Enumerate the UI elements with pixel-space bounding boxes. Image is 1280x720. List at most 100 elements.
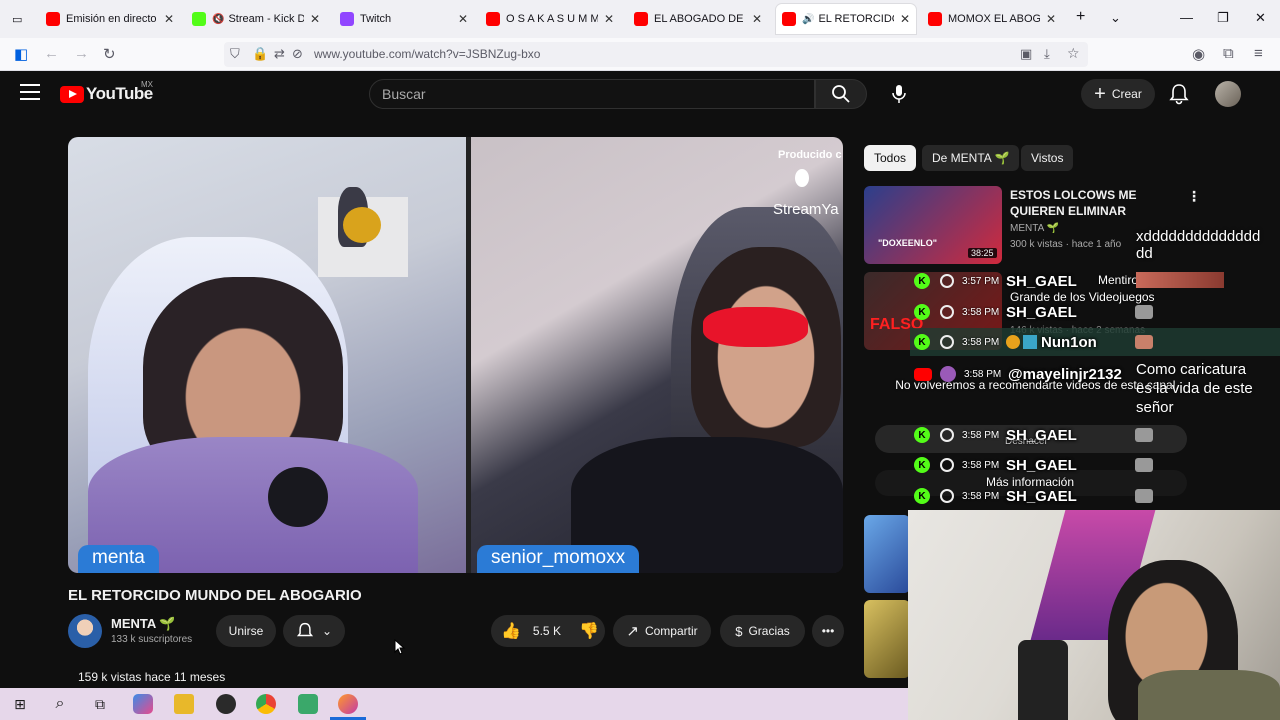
chevron-down-icon[interactable]: ⌄ <box>1110 10 1121 26</box>
chip-from-menta[interactable]: De MENTA 🌱 <box>922 145 1020 171</box>
back-icon[interactable]: ← <box>44 45 59 62</box>
account-icon[interactable]: ◉ <box>1192 45 1205 63</box>
share-icon: ↗ <box>626 623 639 640</box>
kick-badge-icon: K <box>914 488 930 504</box>
copilot-icon[interactable] <box>133 694 153 714</box>
tab-abogado-espana[interactable]: EL ABOGADO DE ESPA ✕ <box>628 4 768 34</box>
join-button[interactable]: Unirse <box>216 615 276 647</box>
minimize-icon[interactable]: — <box>1180 10 1193 25</box>
chip-watched[interactable]: Vistos <box>1021 145 1074 171</box>
firefox-icon[interactable] <box>338 694 358 714</box>
close-icon[interactable]: ✕ <box>1046 12 1056 26</box>
like-dislike-segment: 👍 5.5 K 👎 <box>491 615 605 647</box>
url-bar[interactable]: ⛉ 🔒 ⇄ ⊘ www.youtube.com/watch?v=JSBNZug-… <box>224 42 1088 67</box>
windows-start-icon[interactable]: ⊞ <box>10 694 30 714</box>
youtube-icon <box>634 12 648 26</box>
rec-thumbnail-3[interactable] <box>864 515 910 593</box>
more-actions-button[interactable]: ••• <box>812 615 844 647</box>
more-vert-icon[interactable]: ⋮ <box>1187 188 1201 205</box>
app-menu-icon[interactable]: ≡ <box>1254 45 1263 62</box>
browser-tab-strip: ▭ Emisión en directo - Yo ✕ 🔇 Stream - K… <box>0 0 1280 38</box>
close-icon[interactable]: ✕ <box>310 12 320 26</box>
emote-strip <box>1136 272 1224 288</box>
rec-thumbnail-4[interactable] <box>864 600 910 678</box>
user-icon <box>940 274 954 288</box>
bookmark-star-icon[interactable]: ☆ <box>1067 45 1080 62</box>
left-camera-feed: menta <box>68 137 466 573</box>
youtube-icon <box>486 12 500 26</box>
video-player[interactable]: menta senior_momoxx Producido c StreamYa <box>68 137 843 573</box>
like-icon[interactable]: 👍 <box>501 621 521 641</box>
chat-message: K 3:58 PM SH_GAEL <box>910 485 1077 507</box>
search-input[interactable]: Buscar <box>369 79 815 109</box>
permissions-icon[interactable]: ⇄ <box>274 46 285 62</box>
channel-avatar[interactable] <box>68 614 102 648</box>
search-icon <box>832 85 850 103</box>
app-icon[interactable] <box>298 694 318 714</box>
voice-search-button[interactable] <box>884 79 914 109</box>
chrome-icon[interactable] <box>256 694 276 714</box>
close-icon[interactable]: ✕ <box>900 12 910 26</box>
rec-thumbnail-1[interactable]: "DOXEENLO" 38:25 <box>864 186 1002 264</box>
tab-kick-dashboard[interactable]: 🔇 Stream - Kick Dash ✕ <box>186 4 326 34</box>
tab-twitch[interactable]: Twitch ✕ <box>334 4 474 34</box>
youtube-logo[interactable]: YouTube <box>60 84 153 104</box>
chat-message: K 3:58 PM SH_GAEL <box>910 424 1077 446</box>
account-avatar[interactable] <box>1215 81 1241 107</box>
share-button[interactable]: ↗ Compartir <box>613 615 711 647</box>
region-code: MX <box>141 80 153 89</box>
restore-icon[interactable]: ❐ <box>1217 10 1229 26</box>
create-button[interactable]: + Crear <box>1081 79 1155 109</box>
chip-all[interactable]: Todos <box>864 145 917 171</box>
emote-icon <box>1023 335 1037 349</box>
pip-icon[interactable]: ▣ <box>1020 46 1032 62</box>
tab-live-stream[interactable]: Emisión en directo - Yo ✕ <box>40 4 180 34</box>
forward-icon[interactable]: → <box>74 45 89 62</box>
new-tab-icon[interactable]: + <box>1076 8 1085 26</box>
search-button[interactable] <box>815 79 867 109</box>
kick-badge-icon: K <box>914 334 930 350</box>
tab-momox[interactable]: MOMOX EL ABOGADO ✕ <box>922 4 1062 34</box>
shield-icon[interactable]: ⛉ <box>230 46 240 62</box>
autoplay-blocked-icon[interactable]: ⊘ <box>292 46 303 62</box>
thanks-button[interactable]: $ Gracias <box>720 615 805 647</box>
notifications-bell-icon[interactable] <box>1168 83 1190 105</box>
close-icon[interactable]: ✕ <box>604 12 614 26</box>
channel-name[interactable]: MENTA 🌱 <box>111 616 176 632</box>
subscriber-count: 133 k suscriptores <box>111 634 193 645</box>
rec-meta-1: 300 k vistas · hace 1 año <box>1010 239 1122 250</box>
reload-icon[interactable]: ↻ <box>103 45 116 63</box>
twitch-icon <box>340 12 354 26</box>
lock-icon[interactable]: 🔒 <box>252 46 268 62</box>
download-icon[interactable]: ⤓ <box>1044 46 1050 62</box>
tab-current-video[interactable]: 🔊 EL RETORCIDO MU ✕ <box>776 4 916 34</box>
extensions-icon[interactable]: ⧉ <box>1223 45 1234 62</box>
tab-osaka[interactable]: O S A K A S U M M E ✕ <box>480 4 620 34</box>
bell-icon <box>296 622 314 637</box>
tab-list-icon[interactable]: ▭ <box>6 4 30 34</box>
kick-badge-icon: K <box>914 457 930 473</box>
red-sunglasses <box>703 307 808 347</box>
dislike-icon[interactable]: 👎 <box>579 621 599 641</box>
rec-channel-1[interactable]: MENTA 🌱 <box>1010 223 1059 234</box>
file-explorer-icon[interactable] <box>174 694 194 714</box>
close-icon[interactable]: ✕ <box>458 12 468 26</box>
sidebar-toggle-icon[interactable]: ◧ <box>14 45 28 63</box>
search-icon[interactable]: ⌕ <box>50 694 70 714</box>
cat-emote-icon <box>1135 489 1153 503</box>
hamburger-menu-icon[interactable] <box>20 84 40 102</box>
chat-message: K 3:58 PM Nun1on <box>910 331 1097 353</box>
subscribed-bell-button[interactable]: ⌄ <box>283 615 345 647</box>
window-close-icon[interactable]: ✕ <box>1255 10 1266 26</box>
chat-message: K 3:58 PM SH_GAEL <box>910 454 1077 476</box>
close-icon[interactable]: ✕ <box>752 12 762 26</box>
chat-message: 3:58 PM @mayelinjr2132 <box>910 363 1122 385</box>
close-icon[interactable]: ✕ <box>164 12 174 26</box>
rec-title-1[interactable]: ESTOS LOLCOWS ME QUIEREN ELIMINAR <box>1010 187 1180 219</box>
youtube-icon <box>928 12 942 26</box>
youtube-badge-icon <box>914 367 932 381</box>
browser-nav-bar: ◧ ← → ↻ ⛉ 🔒 ⇄ ⊘ www.youtube.com/watch?v=… <box>0 38 1280 71</box>
task-view-icon[interactable]: ⧉ <box>90 694 110 714</box>
streamyard-logo-icon <box>795 169 809 187</box>
obs-icon[interactable] <box>216 694 236 714</box>
